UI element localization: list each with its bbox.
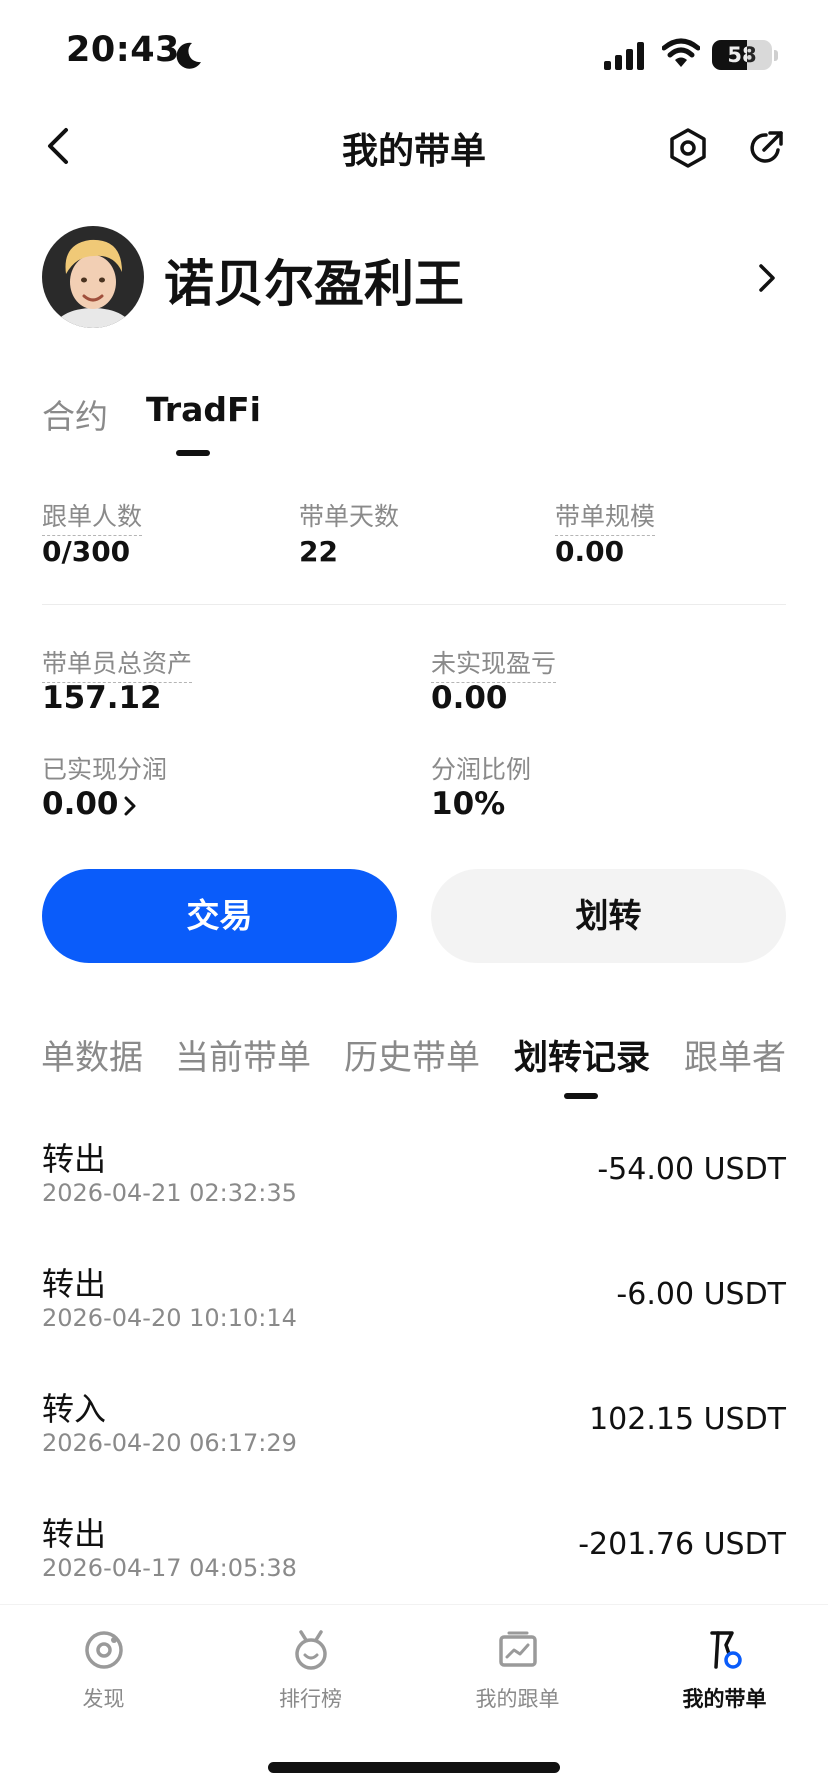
chevron-right-icon[interactable] — [121, 792, 139, 820]
status-time: 20:43 — [66, 30, 180, 70]
stat-scale-value: 0.00 — [555, 535, 625, 568]
stat-share-ratio-label: 分润比例 — [431, 755, 532, 784]
tab-ranking-label: 排行榜 — [279, 1687, 342, 1711]
stat-unrealized-pnl-label[interactable]: 未实现盈亏 — [431, 644, 557, 683]
tab-my-copy-label: 我的跟单 — [475, 1687, 560, 1711]
battery-percent: 58 — [727, 43, 757, 67]
record-amount: -6.00 USDT — [616, 1277, 786, 1312]
trade-button[interactable]: 交易 — [42, 869, 397, 963]
settings-hexagon-icon[interactable] — [666, 126, 710, 170]
tab-transfer-records[interactable]: 划转记录 — [514, 1030, 650, 1079]
record-time: 2026-04-17 04:05:38 — [42, 1554, 297, 1582]
stat-total-assets-label[interactable]: 带单员总资产 — [42, 644, 193, 683]
tab-current-orders[interactable]: 当前带单 — [175, 1030, 311, 1079]
tab-discover[interactable]: 发现 — [0, 1627, 207, 1713]
avatar[interactable] — [42, 226, 144, 328]
my-copy-chart-icon — [498, 1631, 537, 1667]
ranking-medal-icon — [294, 1630, 327, 1670]
battery-cap — [774, 50, 778, 61]
stat-days-value: 22 — [299, 535, 338, 568]
record-type: 转出 — [42, 1140, 107, 1178]
record-amount: 102.15 USDT — [589, 1402, 786, 1437]
record-time: 2026-04-20 10:10:14 — [42, 1304, 297, 1332]
stat-followers-value: 0/300 — [42, 535, 131, 568]
my-lead-flag-icon — [709, 1631, 742, 1669]
stat-unrealized-pnl-value: 0.00 — [431, 680, 508, 716]
tab-order-data[interactable]: 单数据 — [41, 1030, 143, 1079]
tab-indicator — [176, 450, 210, 456]
tab-history-orders[interactable]: 历史带单 — [344, 1030, 480, 1079]
stat-realized-share-value[interactable]: 0.00 — [42, 786, 119, 822]
stat-realized-share-label: 已实现分润 — [42, 755, 168, 784]
record-time: 2026-04-20 06:17:29 — [42, 1429, 297, 1457]
discover-icon — [84, 1631, 123, 1669]
tab-followers[interactable]: 跟单者 — [684, 1030, 786, 1079]
tab-discover-label: 发现 — [82, 1687, 125, 1711]
tab-my-copy[interactable]: 我的跟单 — [414, 1627, 621, 1713]
signal-icon — [604, 42, 644, 70]
home-indicator — [268, 1762, 560, 1773]
stat-followers-label[interactable]: 跟单人数 — [42, 497, 143, 536]
record-type: 转出 — [42, 1265, 107, 1303]
record-amount: -54.00 USDT — [597, 1152, 786, 1187]
stat-days-label: 带单天数 — [299, 502, 400, 531]
tab-indicator — [564, 1093, 598, 1099]
record-amount: -201.76 USDT — [578, 1527, 786, 1562]
tab-contract[interactable]: 合约 — [42, 390, 108, 438]
tab-my-lead[interactable]: 我的带单 — [621, 1627, 828, 1713]
tab-ranking[interactable]: 排行榜 — [207, 1627, 414, 1713]
transfer-button[interactable]: 划转 — [431, 869, 786, 963]
record-type: 转入 — [42, 1390, 107, 1428]
profile-name[interactable]: 诺贝尔盈利王 — [164, 244, 464, 316]
wifi-icon — [662, 38, 700, 67]
stat-total-assets-value: 157.12 — [42, 680, 162, 716]
battery-icon: 58 — [712, 40, 772, 70]
chevron-right-icon[interactable] — [752, 258, 782, 298]
divider — [42, 604, 786, 605]
status-bar: 20:43 58 — [0, 0, 828, 110]
record-type: 转出 — [42, 1515, 107, 1553]
stat-share-ratio-value: 10% — [431, 786, 506, 822]
moon-icon — [176, 42, 201, 69]
record-time: 2026-04-21 02:32:35 — [42, 1179, 297, 1207]
tab-my-lead-label: 我的带单 — [682, 1687, 767, 1711]
tab-tradfi[interactable]: TradFi — [146, 390, 261, 429]
share-icon[interactable] — [744, 126, 788, 170]
stat-scale-label[interactable]: 带单规模 — [555, 497, 656, 536]
